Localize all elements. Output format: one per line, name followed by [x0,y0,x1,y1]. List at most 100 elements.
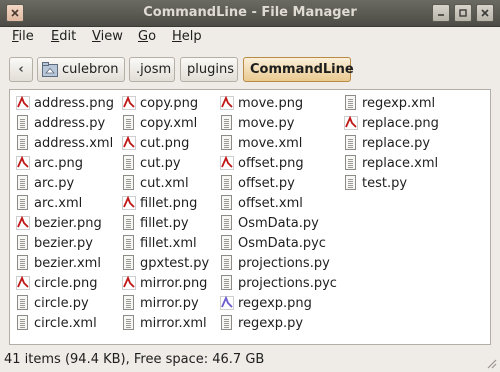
file-item[interactable]: fillet.py [122,213,189,233]
file-item[interactable]: OsmData.pyc [220,233,326,253]
menu-edit[interactable]: Edit [51,29,76,44]
text-file-icon [122,295,136,311]
text-file-icon [220,215,234,231]
file-name: bezier.png [34,215,102,231]
file-item[interactable]: cut.png [122,133,189,153]
file-item[interactable]: address.png [16,93,114,113]
file-item[interactable]: test.py [344,173,407,193]
file-item[interactable]: fillet.png [122,193,197,213]
file-item[interactable]: arc.png [16,153,83,173]
file-item[interactable]: replace.png [344,113,439,133]
text-file-icon [122,215,136,231]
menu-view[interactable]: View [92,29,123,44]
file-item[interactable]: bezier.png [16,213,102,233]
file-item[interactable]: circle.xml [16,313,97,333]
text-file-icon [344,155,358,171]
file-item[interactable]: mirror.py [122,293,199,313]
file-name: offset.xml [238,195,303,211]
text-file-icon [122,255,136,271]
file-item[interactable]: OsmData.py [220,213,319,233]
file-item[interactable]: circle.png [16,273,97,293]
file-name: mirror.xml [140,315,207,331]
menu-help[interactable]: Help [172,29,202,44]
file-item[interactable]: projections.pyc [220,273,337,293]
file-item[interactable]: address.py [16,113,105,133]
file-name: circle.xml [34,315,97,331]
file-item[interactable]: projections.py [220,253,330,273]
home-folder-icon [42,62,58,77]
file-name: replace.py [362,135,431,151]
minimize-button[interactable] [432,4,450,22]
resize-grip-icon[interactable] [485,357,497,369]
file-item[interactable]: move.png [220,93,303,113]
file-name: move.xml [238,135,303,151]
file-item[interactable]: cut.py [122,153,181,173]
file-item[interactable]: arc.py [16,173,74,193]
file-item[interactable]: regexp.py [220,313,303,333]
text-file-icon [220,235,234,251]
file-item[interactable]: circle.py [16,293,89,313]
file-name: mirror.py [140,295,199,311]
text-file-icon [16,195,30,211]
file-name: fillet.png [140,195,198,211]
status-text: 41 items (94.4 KB), Free space: 46.7 GB [4,352,265,367]
file-name: projections.py [238,255,330,271]
file-name: cut.py [140,155,181,171]
image-icon [16,155,30,171]
file-item[interactable]: offset.py [220,173,295,193]
file-name: regexp.xml [362,95,436,111]
file-item[interactable]: copy.xml [122,113,197,133]
text-file-icon [122,175,136,191]
file-item[interactable]: fillet.xml [122,233,197,253]
file-name: fillet.xml [140,235,197,251]
text-file-icon [220,275,234,291]
file-item[interactable]: bezier.py [16,233,93,253]
file-item[interactable]: cut.xml [122,173,189,193]
file-item[interactable]: gpxtest.py [122,253,209,273]
file-item[interactable]: replace.py [344,133,430,153]
path-segment-commandline[interactable]: CommandLine [243,57,354,82]
menu-go[interactable]: Go [138,29,156,44]
file-name: OsmData.py [238,215,319,231]
path-bar: ‹ culebron .josm plugins CommandLine [0,49,500,89]
file-item[interactable]: copy.png [122,93,198,113]
file-name: replace.png [362,115,439,131]
file-name: move.py [238,115,295,131]
file-item[interactable]: regexp.png [220,293,312,313]
maximize-button[interactable] [454,4,472,22]
menu-file[interactable]: File [12,29,34,44]
file-item[interactable]: address.xml [16,133,113,153]
image-icon [122,195,136,211]
path-back-button[interactable]: ‹ [9,57,33,82]
path-segment-plugins[interactable]: plugins [180,57,238,82]
text-file-icon [220,115,234,131]
file-item[interactable]: mirror.png [122,273,207,293]
minimize-icon [438,14,444,16]
file-name: gpxtest.py [140,255,210,271]
file-item[interactable]: move.xml [220,133,302,153]
file-name: address.py [34,115,106,131]
file-item[interactable]: bezier.xml [16,253,101,273]
file-item[interactable]: regexp.xml [344,93,435,113]
file-item[interactable]: move.py [220,113,294,133]
file-item[interactable]: offset.xml [220,193,303,213]
window-title: CommandLine - File Manager [143,5,357,20]
file-item[interactable]: replace.xml [344,153,438,173]
path-segment-home[interactable]: culebron [37,57,125,82]
file-item[interactable]: offset.png [220,153,304,173]
file-name: cut.xml [140,175,189,191]
image-icon [220,155,234,171]
path-segment-josm[interactable]: .josm [129,57,175,82]
close-button[interactable] [476,4,494,22]
title-bar[interactable]: CommandLine - File Manager [0,0,500,27]
image-icon [220,295,234,311]
file-item[interactable]: arc.xml [16,193,82,213]
file-name: mirror.png [140,275,208,291]
file-list[interactable]: address.png address.py address.xml arc.png a… [9,89,491,345]
text-file-icon [220,315,234,331]
file-name: fillet.py [140,215,189,231]
file-name: bezier.py [34,235,93,251]
file-name: copy.xml [140,115,198,131]
file-item[interactable]: mirror.xml [122,313,207,333]
text-file-icon [16,255,30,271]
